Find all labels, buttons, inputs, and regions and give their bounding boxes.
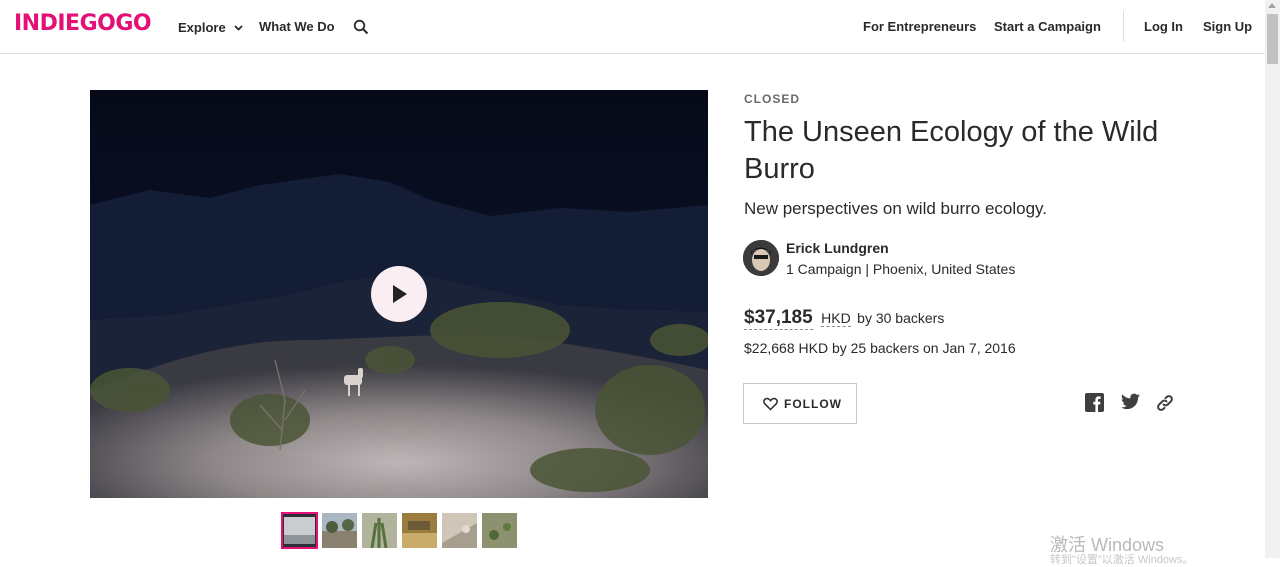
nav-for-entrepreneurs[interactable]: For Entrepreneurs [863,19,976,34]
scroll-thumb[interactable] [1267,14,1278,64]
twitter-icon[interactable] [1121,393,1141,413]
nav-explore-label: Explore [178,20,226,35]
campaign-video[interactable] [90,90,708,498]
scroll-up-arrow-icon[interactable] [1268,3,1276,8]
play-icon [393,285,407,303]
campaign-status: CLOSED [744,92,801,106]
nav-divider [1123,11,1124,42]
owner-avatar[interactable] [743,240,779,276]
campaign-tagline: New perspectives on wild burro ecology. [744,199,1047,218]
gallery-thumbnail[interactable] [482,513,517,548]
campaign-title: The Unseen Ecology of the Wild Burro [744,116,1159,185]
indiegogo-logo[interactable]: INDIEGOGO [14,11,152,36]
gallery-thumbnail[interactable] [442,513,477,548]
raised-amount: $37,185 [744,307,813,330]
follow-label: FOLLOW [784,397,842,411]
search-icon[interactable] [353,19,369,35]
facebook-icon[interactable] [1085,393,1105,413]
owner-meta: 1 Campaign | Phoenix, United States [786,261,1016,277]
page-scrollbar[interactable] [1265,0,1280,558]
raised-currency: HKD [821,310,851,327]
gallery-thumbnail[interactable] [402,513,437,548]
nav-sign-up[interactable]: Sign Up [1203,19,1252,34]
raised-backers: by 30 backers [857,310,945,326]
owner-name[interactable]: Erick Lundgren [786,240,889,256]
funds-raised: $37,185 HKD by 30 backers [744,307,945,330]
nav-log-in[interactable]: Log In [1144,19,1183,34]
play-button[interactable] [371,266,427,322]
os-activation-watermark-sub: 转到"设置"以激活 Windows。 [1050,554,1194,566]
gallery-thumbnail[interactable] [322,513,357,548]
nav-explore[interactable]: Explore [178,19,243,35]
prior-funding: $22,668 HKD by 25 backers on Jan 7, 2016 [744,340,1016,356]
nav-start-campaign[interactable]: Start a Campaign [994,19,1101,34]
chevron-down-icon [234,19,243,34]
heart-icon [763,397,778,416]
nav-what-we-do[interactable]: What We Do [259,19,335,34]
site-header: INDIEGOGO Explore What We Do For Entrepr… [0,0,1265,54]
gallery-thumbnail[interactable] [362,513,397,548]
gallery-thumbnail[interactable] [281,512,318,549]
link-icon[interactable] [1155,393,1175,413]
follow-button[interactable]: FOLLOW [743,383,857,424]
